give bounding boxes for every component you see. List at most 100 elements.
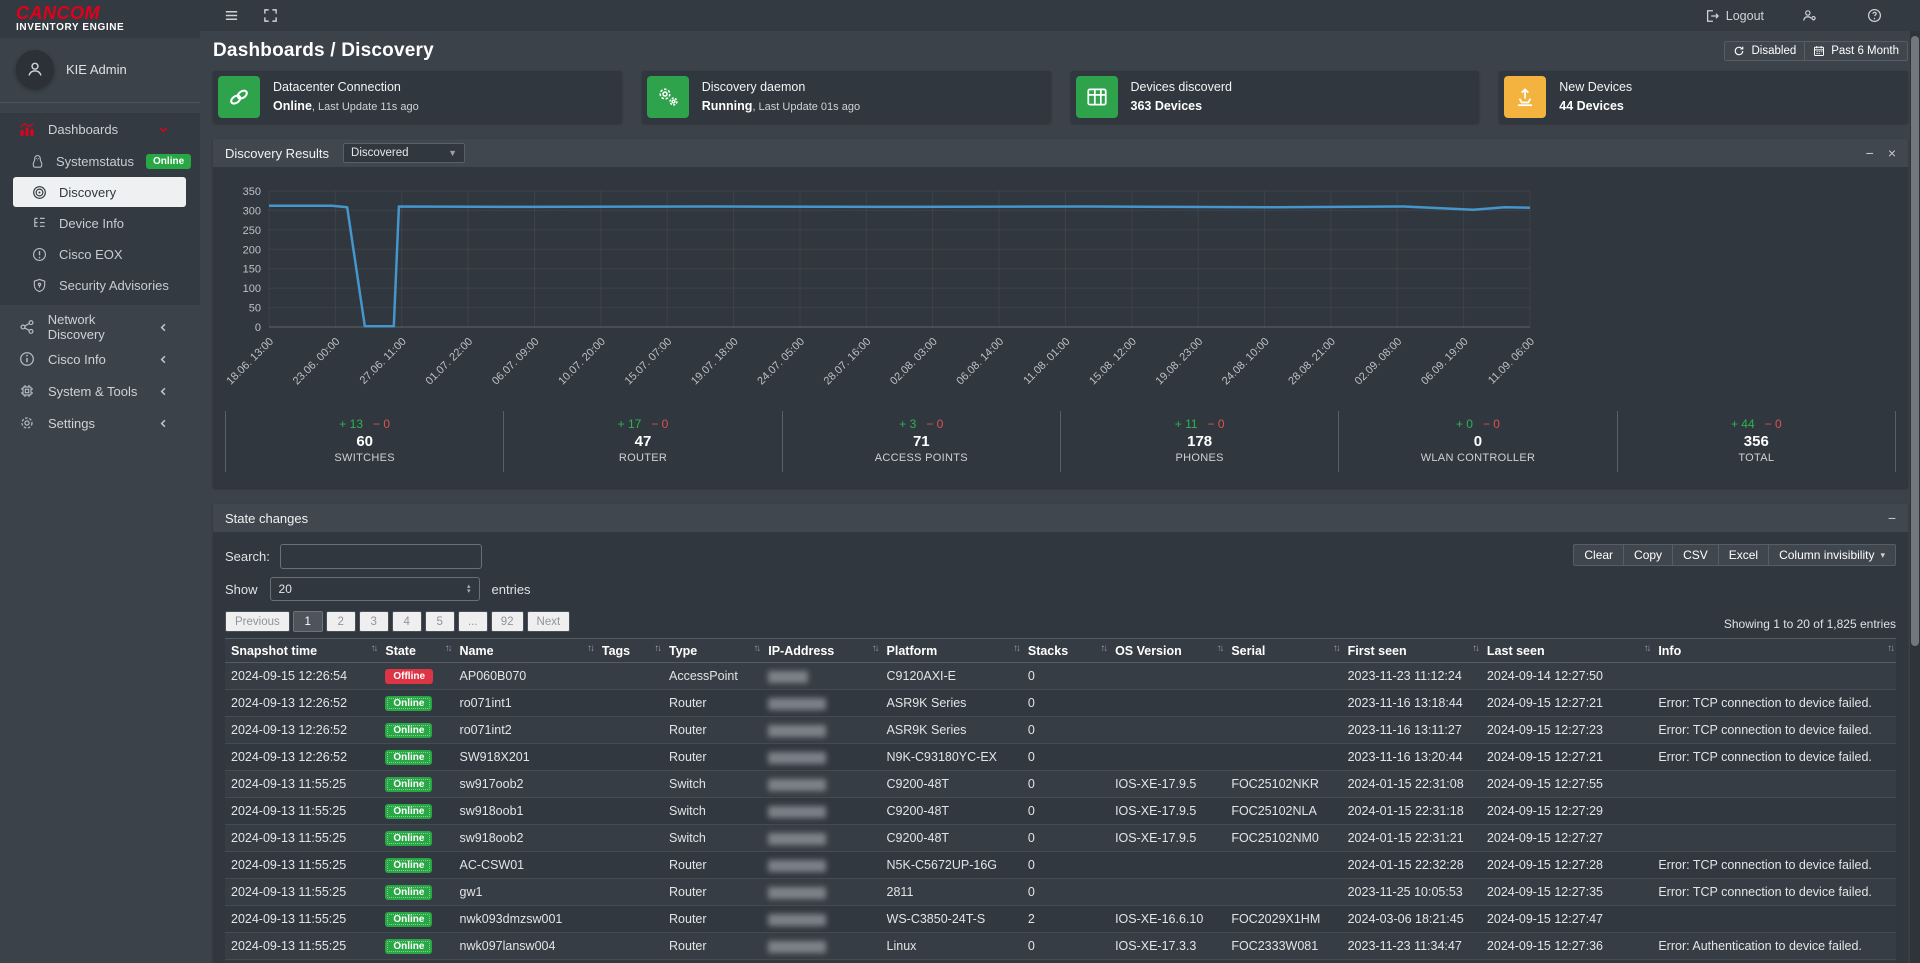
stat-label: TOTAL [1618,452,1895,464]
cell-os-version [1109,690,1225,717]
column-header-snapshot-time[interactable]: Snapshot time↑↓ [225,639,379,663]
sidebar-item-systemstatus[interactable]: SystemstatusOnline [13,146,186,176]
column-header-label: First seen [1348,644,1407,658]
minimize-icon[interactable]: − [1866,146,1874,160]
sidebar-item-cisco-eox[interactable]: Cisco EOX [13,239,186,269]
export-button-clear[interactable]: Clear [1573,544,1624,566]
sidebar-group-dashboards: DashboardsSystemstatusOnlineDiscoveryDev… [0,113,200,305]
export-button-excel[interactable]: Excel [1719,544,1769,566]
column-header-serial[interactable]: Serial↑↓ [1225,639,1341,663]
cell-os-version: IOS-XE-17.9.5 [1109,825,1225,852]
column-header-tags[interactable]: Tags↑↓ [596,639,663,663]
minimize-icon[interactable]: − [1888,511,1896,525]
column-header-os-version[interactable]: OS Version↑↓ [1109,639,1225,663]
pagination: Previous12345...92Next [225,611,573,632]
column-header-stacks[interactable]: Stacks↑↓ [1022,639,1109,663]
page-button-3[interactable]: 3 [359,611,389,632]
cell-serial [1225,690,1341,717]
search-input[interactable] [280,544,482,569]
user-settings-icon[interactable] [1790,8,1829,23]
svg-text:150: 150 [243,264,261,276]
cell-tags [596,690,663,717]
stat-count: 178 [1061,433,1338,450]
cell-tags [596,717,663,744]
page-scrollbar[interactable] [1910,31,1920,963]
export-button-column-invisibility[interactable]: Column invisibility▾ [1769,544,1896,566]
export-button-csv[interactable]: CSV [1673,544,1719,566]
stat-removed: − 0 [373,417,390,431]
chevron-down-icon: ▾ [1880,550,1885,561]
column-header-label: Serial [1231,644,1265,658]
user-profile[interactable]: KIE Admin [0,38,200,102]
cell-name: ro071int2 [454,717,596,744]
page-length-value: 20 [279,582,292,596]
sidebar-item-discovery[interactable]: Discovery [13,177,186,207]
entries-label: entries [492,582,531,597]
column-header-platform[interactable]: Platform↑↓ [881,639,1022,663]
cell-platform: C9200-48T [881,825,1022,852]
discovery-filter-select[interactable]: Discovered ▼ [343,143,465,163]
cell-type: AccessPoint [663,663,762,690]
page-button-next[interactable]: Next [527,611,571,632]
stat-delta: + 17− 0 [504,417,781,431]
card-status-line: 363 Devices [1131,97,1232,116]
sidebar-item-label: Systemstatus [56,154,134,169]
page-button--[interactable]: ... [458,611,488,632]
page-button-4[interactable]: 4 [392,611,422,632]
sidebar-item-settings[interactable]: Settings [0,407,200,439]
network-icon [18,319,36,335]
status-cards: Datacenter ConnectionOnline, Last Update… [213,71,1908,123]
cell-tags [596,906,663,933]
page-button-92[interactable]: 92 [491,611,524,632]
svg-text:0: 0 [255,322,261,334]
cell-last-seen: 2024-09-15 12:27:23 [1481,717,1652,744]
expand-icon[interactable] [251,0,290,31]
page-button-previous[interactable]: Previous [225,611,290,632]
column-header-ip-address[interactable]: IP-Address↑↓ [762,639,880,663]
help-icon[interactable] [1855,8,1894,23]
sidebar-item-system-tools[interactable]: System & Tools [0,375,200,407]
column-header-info[interactable]: Info↑↓ [1652,639,1896,663]
sort-icon: ↑↓ [1217,643,1223,654]
cell-snapshot-time: 2024-09-15 12:26:54 [225,663,379,690]
logout-button[interactable]: Logout [1705,9,1764,23]
scrollbar-thumb[interactable] [1911,36,1919,646]
page-button-5[interactable]: 5 [425,611,455,632]
tree-icon [30,216,48,231]
page-button-2[interactable]: 2 [326,611,356,632]
column-header-state[interactable]: State↑↓ [379,639,453,663]
column-header-first-seen[interactable]: First seen↑↓ [1342,639,1481,663]
cell-serial [1225,852,1341,879]
export-button-copy[interactable]: Copy [1624,544,1673,566]
cell-ip-address [762,663,880,690]
sidebar-item-device-info[interactable]: Device Info [13,208,186,238]
state-badge: Online [385,831,432,846]
cell-stacks: 0 [1022,744,1109,771]
sidebar-item-dashboards[interactable]: Dashboards [0,113,200,145]
sidebar-item-network-discovery[interactable]: Network Discovery [0,311,200,343]
svg-text:19.08. 23:00: 19.08. 23:00 [1154,336,1206,388]
column-header-last-seen[interactable]: Last seen↑↓ [1481,639,1652,663]
state-changes-panel: State changes − Search: ClearCopyCSVExce… [213,504,1908,963]
cell-tags [596,798,663,825]
card-title: Datacenter Connection [273,78,419,97]
chevron-left-icon [154,386,172,397]
hamburger-menu-icon[interactable] [212,0,251,31]
state-panel-body: Search: ClearCopyCSVExcelColumn invisibi… [213,532,1908,963]
sidebar-item-cisco-info[interactable]: Cisco Info [0,343,200,375]
time-range-button[interactable]: Past 6 Month [1805,41,1908,61]
refresh-disabled-button[interactable]: Disabled [1724,41,1805,61]
page-button-1[interactable]: 1 [293,611,323,632]
table-row: 2024-09-13 11:55:25Onlinesw917oob2Switch… [225,771,1896,798]
column-header-name[interactable]: Name↑↓ [454,639,596,663]
card-status-value: 44 Devices [1559,99,1624,113]
column-header-label: Tags [602,644,630,658]
cell-os-version [1109,960,1225,963]
close-icon[interactable]: × [1888,146,1896,160]
cell-tags [596,933,663,960]
sidebar-item-security-advisories[interactable]: Security Advisories [13,270,186,300]
page-length-select[interactable]: 20 ▴▾ [270,577,480,601]
cell-last-seen: 2024-09-15 12:27:27 [1481,825,1652,852]
column-header-type[interactable]: Type↑↓ [663,639,762,663]
table-row: 2024-09-13 11:55:25Onlinesw918oob2Switch… [225,825,1896,852]
